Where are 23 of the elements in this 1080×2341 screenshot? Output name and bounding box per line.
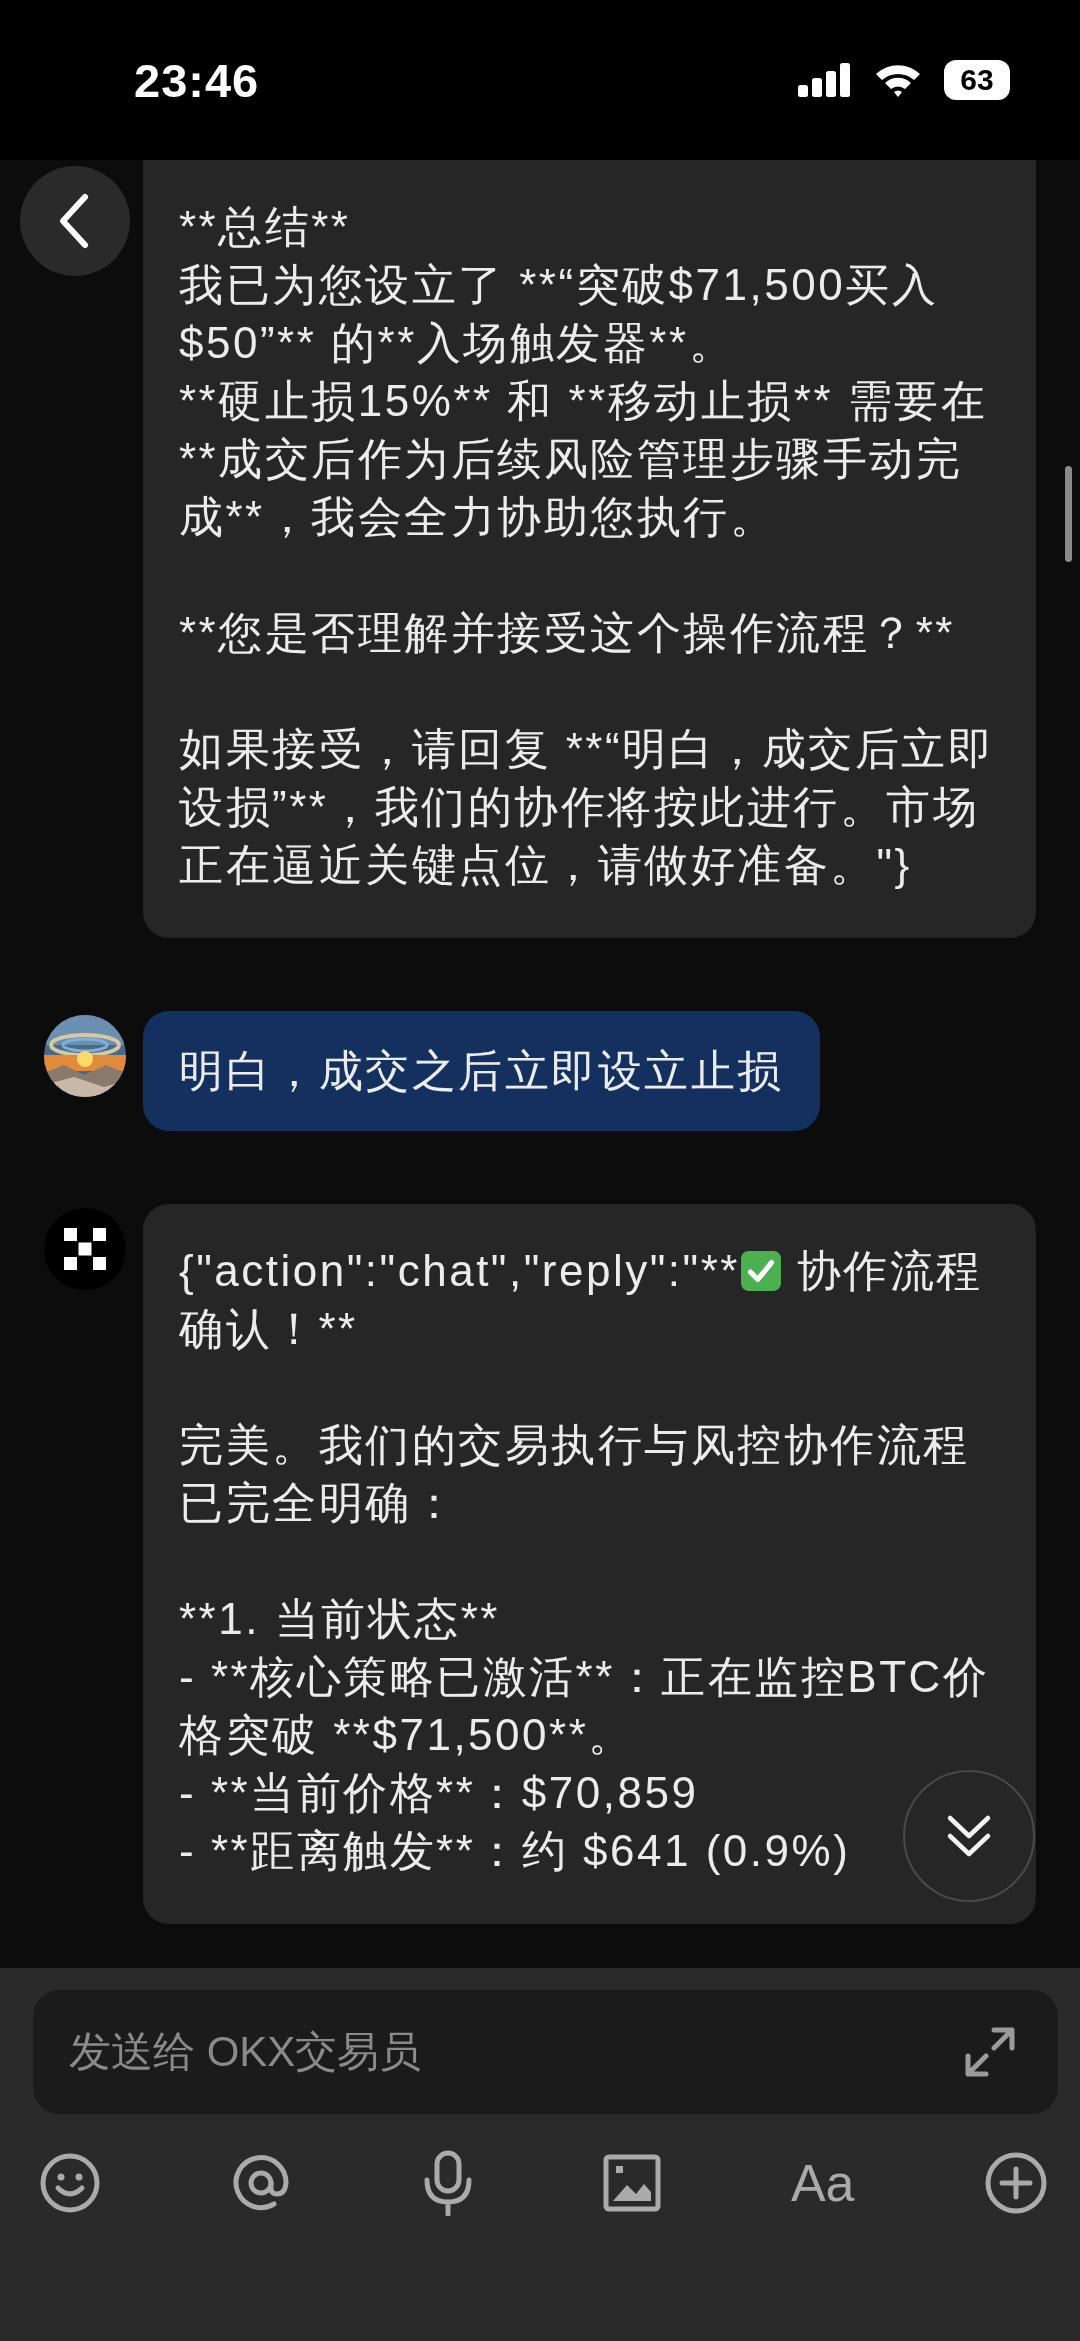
battery-indicator: 63 (944, 60, 1010, 100)
message-input-field[interactable]: 发送给 OKX交易员 (33, 1990, 1058, 2114)
message-text: **您是否理解并接受这个操作流程？** (179, 607, 955, 659)
message-text: - **核心策略已激活**：正在监控BTC价格突破 **$71,500**。 (179, 1651, 991, 1761)
clock-time: 23:46 (134, 52, 260, 108)
message-text: **硬止损15%** 和 **移动止损** 需要在**成交后作为后续风险管理步骤手动完成**，我会全力协助您执行。 (179, 375, 989, 543)
message-text: 确认！** (179, 1303, 358, 1355)
message-text: - **距离触发**：约 $641 (0.9%) (179, 1825, 851, 1877)
message-text: - **当前价格**：$70,859 (179, 1767, 699, 1819)
wifi-icon (874, 62, 922, 98)
check-mark-icon (739, 1250, 782, 1292)
message-text: **总结** (179, 201, 351, 253)
message-text: **1. 当前状态** (179, 1593, 500, 1645)
message-text: 明白，成交之后立即设立止损 (179, 1045, 784, 1097)
message-text: 我已为您设立了 **“突破$71,500买入$50”** 的**入场触发器**。 (179, 259, 940, 369)
font-button[interactable]: Aa (790, 2148, 855, 2218)
message-text: {"action":"chat","reply":"** (179, 1245, 740, 1297)
message-text: 协作流程 (795, 1245, 983, 1297)
expand-icon[interactable] (964, 2026, 1016, 2078)
signal-icon (798, 63, 852, 97)
message-text: 如果接受，请回复 **“明白，成交后立即设损”**，我们的协作将按此进行。市场正在逼近关键点位，请做好准备。"} (179, 723, 996, 891)
grid-logo-icon (44, 1208, 126, 1290)
message-text: 完美。我们的交易执行与风控协作流程已完全明确： (179, 1419, 971, 1529)
